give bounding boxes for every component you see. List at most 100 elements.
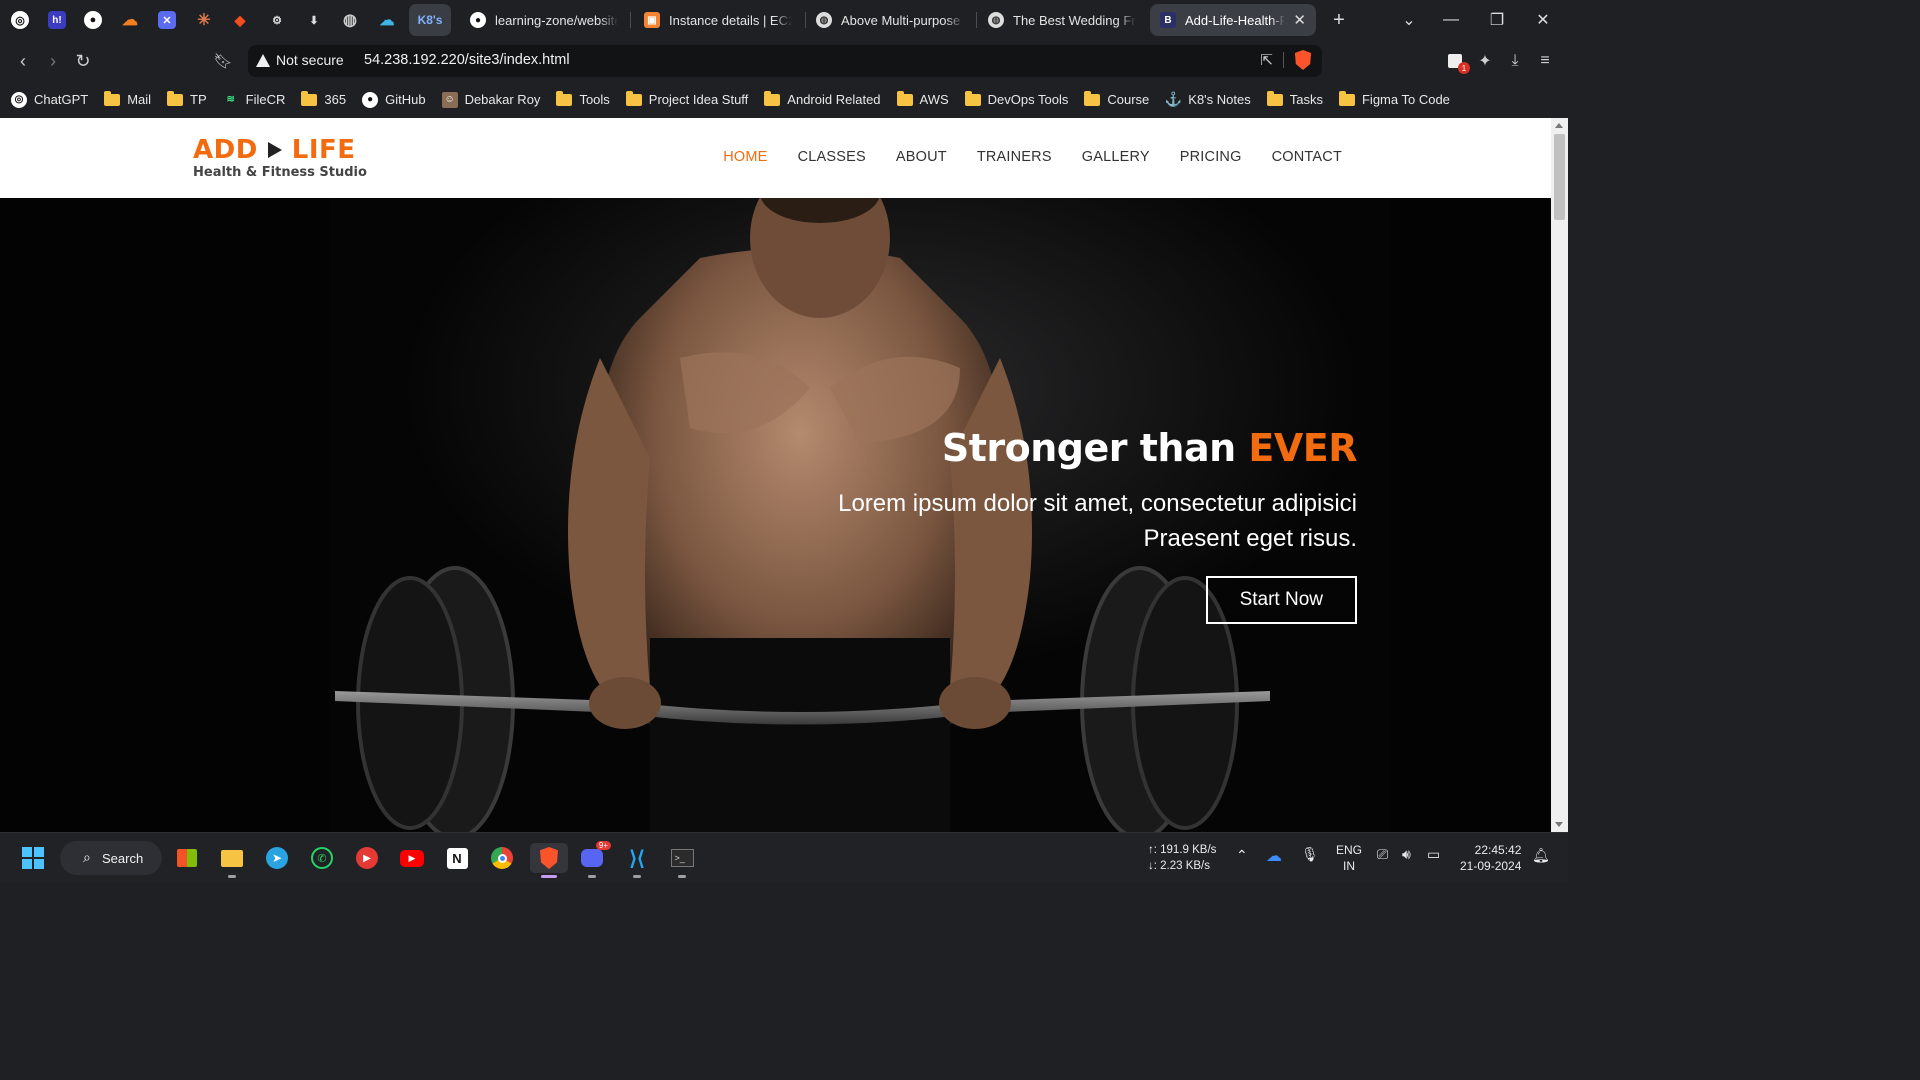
scroll-down-arrow-icon[interactable]	[1555, 822, 1563, 827]
puzzle-icon[interactable]: ✦	[1470, 46, 1500, 76]
vscode-icon[interactable]: ⟩⟨	[622, 843, 652, 878]
extension-icon[interactable]: 1	[1440, 46, 1470, 76]
notion-logo: N	[446, 847, 468, 869]
bookmark-icon[interactable]: 🔖︎	[208, 46, 238, 76]
bookmark-debakar-roy[interactable]: ☺ Debakar Roy	[441, 91, 540, 108]
forward-button[interactable]: ›	[38, 46, 68, 76]
tab-wedding[interactable]: ◍ The Best Wedding Free	[978, 4, 1146, 36]
whatsapp-icon[interactable]: ✆	[307, 843, 337, 873]
network-icon[interactable]: ⎚	[1377, 846, 1388, 863]
url-text[interactable]: 54.238.192.220/site3/index.html	[364, 52, 570, 68]
terminal-icon[interactable]: >_	[667, 843, 697, 878]
notion-icon[interactable]: N	[442, 843, 472, 873]
brave-browser-icon[interactable]	[530, 843, 568, 878]
tab-add-life[interactable]: B Add-Life-Health-Fitness ✕	[1150, 4, 1316, 36]
bookmark-tools[interactable]: Tools	[556, 90, 610, 107]
new-tab-button[interactable]: +	[1316, 0, 1362, 40]
share-icon[interactable]: ⇱	[1260, 51, 1273, 69]
restore-button[interactable]: ❐	[1474, 0, 1520, 40]
github-icon: ●	[470, 12, 486, 28]
start-now-button[interactable]: Start Now	[1205, 576, 1357, 624]
bookmark-label: AWS	[919, 92, 949, 107]
onedrive-icon[interactable]: ☁	[1266, 846, 1282, 866]
nav-gallery[interactable]: GALLERY	[1082, 149, 1150, 165]
pinned-tab-chatgpt[interactable]: ◎	[4, 4, 36, 36]
bookmark-course[interactable]: Course	[1084, 90, 1149, 107]
bookmark-aws[interactable]: AWS	[896, 90, 949, 107]
bookmark-k8s-notes[interactable]: ⚓ K8's Notes	[1165, 91, 1251, 108]
pinned-tab-cloud[interactable]: ☁	[371, 4, 403, 36]
nav-about[interactable]: ABOUT	[896, 149, 947, 165]
pinned-tab-cloudflare[interactable]: ☁	[114, 4, 146, 36]
bookmark-365[interactable]: 365	[301, 90, 346, 107]
discord-icon[interactable]: 9+	[577, 841, 611, 878]
tab-ec2[interactable]: ▣ Instance details | EC2 |	[634, 4, 802, 36]
nav-contact[interactable]: CONTACT	[1272, 149, 1342, 165]
bookmark-tasks[interactable]: Tasks	[1266, 90, 1323, 107]
chevron-up-icon[interactable]: ⌃	[1236, 847, 1248, 864]
media-player-icon[interactable]: ▶	[352, 843, 382, 873]
pinned-tab-figma[interactable]: ◆	[224, 4, 256, 36]
clock[interactable]: 22:45:42 21-09-2024	[1460, 842, 1521, 874]
bookmark-tp[interactable]: TP	[167, 90, 207, 107]
network-speed-widget[interactable]: ↑: 191.9 KB/s ↓: 2.23 KB/s	[1148, 842, 1216, 874]
menu-icon[interactable]: ≡	[1530, 46, 1560, 76]
close-window-button[interactable]: ✕	[1520, 0, 1566, 40]
pinned-tab-label: K8's	[417, 13, 443, 27]
brave-shields-icon[interactable]	[1294, 50, 1312, 70]
pinned-tab-app3[interactable]: ⬇	[298, 4, 330, 36]
notification-bell-icon[interactable]: 🔔︎	[1532, 847, 1550, 864]
pinned-tab-claude[interactable]: ✳	[188, 4, 220, 36]
taskbar-search[interactable]: ⌕ Search	[60, 841, 162, 875]
bookmark-project-idea[interactable]: Project Idea Stuff	[625, 90, 748, 107]
bootstrap-icon: B	[1160, 12, 1176, 28]
windows-start-icon[interactable]	[18, 843, 48, 873]
site-logo[interactable]: ADD LIFE Health & Fitness Studio	[193, 136, 367, 180]
reload-button[interactable]: ↻	[68, 46, 98, 76]
nav-pricing[interactable]: PRICING	[1180, 149, 1242, 165]
pinned-tab-k8s[interactable]: K8's	[409, 4, 451, 36]
back-button[interactable]: ‹	[8, 46, 38, 76]
page-scrollbar[interactable]	[1551, 118, 1568, 832]
address-bar[interactable]: Not secure 54.238.192.220/site3/index.ht…	[248, 45, 1322, 77]
tab-above[interactable]: ◍ Above Multi-purpose Fre	[806, 4, 974, 36]
nav-home[interactable]: HOME	[723, 149, 767, 165]
pinned-tab-github[interactable]: ●	[77, 4, 109, 36]
store-icon[interactable]	[172, 843, 202, 873]
security-label: Not secure	[276, 52, 344, 68]
pinned-tab-globe[interactable]: ◍	[334, 4, 366, 36]
nav-trainers[interactable]: TRAINERS	[977, 149, 1052, 165]
chrome-icon[interactable]	[487, 843, 517, 873]
youtube-icon[interactable]: ▶	[397, 843, 427, 873]
bookmark-github[interactable]: ● GitHub	[362, 91, 426, 108]
minimize-button[interactable]: —	[1428, 0, 1474, 40]
bookmark-label: Mail	[127, 92, 152, 107]
language-indicator[interactable]: ENG IN	[1336, 842, 1362, 874]
scroll-up-arrow-icon[interactable]	[1555, 123, 1563, 128]
tab-learning-zone[interactable]: ● learning-zone/website	[460, 4, 628, 36]
tab-search-chevron-icon[interactable]: ⌄	[1386, 0, 1432, 40]
bookmark-filecr[interactable]: ≋ FileCR	[223, 92, 285, 108]
battery-icon[interactable]: ▭	[1427, 846, 1440, 863]
bookmark-figma-to-code[interactable]: Figma To Code	[1338, 90, 1450, 107]
bookmark-mail[interactable]: Mail	[104, 90, 152, 107]
pinned-tab-hashnode[interactable]: h!	[41, 4, 73, 36]
bookmark-android[interactable]: Android Related	[764, 90, 881, 107]
folder-icon	[167, 90, 184, 106]
pinned-tab-app[interactable]: ✕	[151, 4, 183, 36]
microphone-icon[interactable]: 🎙︎	[1301, 846, 1319, 863]
nav-classes[interactable]: CLASSES	[798, 149, 866, 165]
file-explorer-icon[interactable]	[217, 843, 247, 878]
security-indicator[interactable]: Not secure	[256, 52, 344, 68]
pinned-tab-app2[interactable]: ⚙	[261, 4, 293, 36]
app-icon: ⚙	[272, 14, 282, 27]
logo-word-add: ADD	[193, 135, 258, 165]
tab-title: Add-Life-Health-Fitness	[1185, 12, 1285, 28]
volume-icon[interactable]: 🔊︎	[1402, 846, 1411, 863]
close-tab-icon[interactable]: ✕	[1285, 11, 1306, 29]
bookmark-chatgpt[interactable]: ◎ ChatGPT	[11, 91, 88, 108]
telegram-icon[interactable]: ➤	[262, 843, 292, 873]
download-icon[interactable]: ⤓	[1500, 46, 1530, 76]
bookmark-devops[interactable]: DevOps Tools	[964, 90, 1068, 107]
scrollbar-thumb[interactable]	[1554, 134, 1565, 220]
